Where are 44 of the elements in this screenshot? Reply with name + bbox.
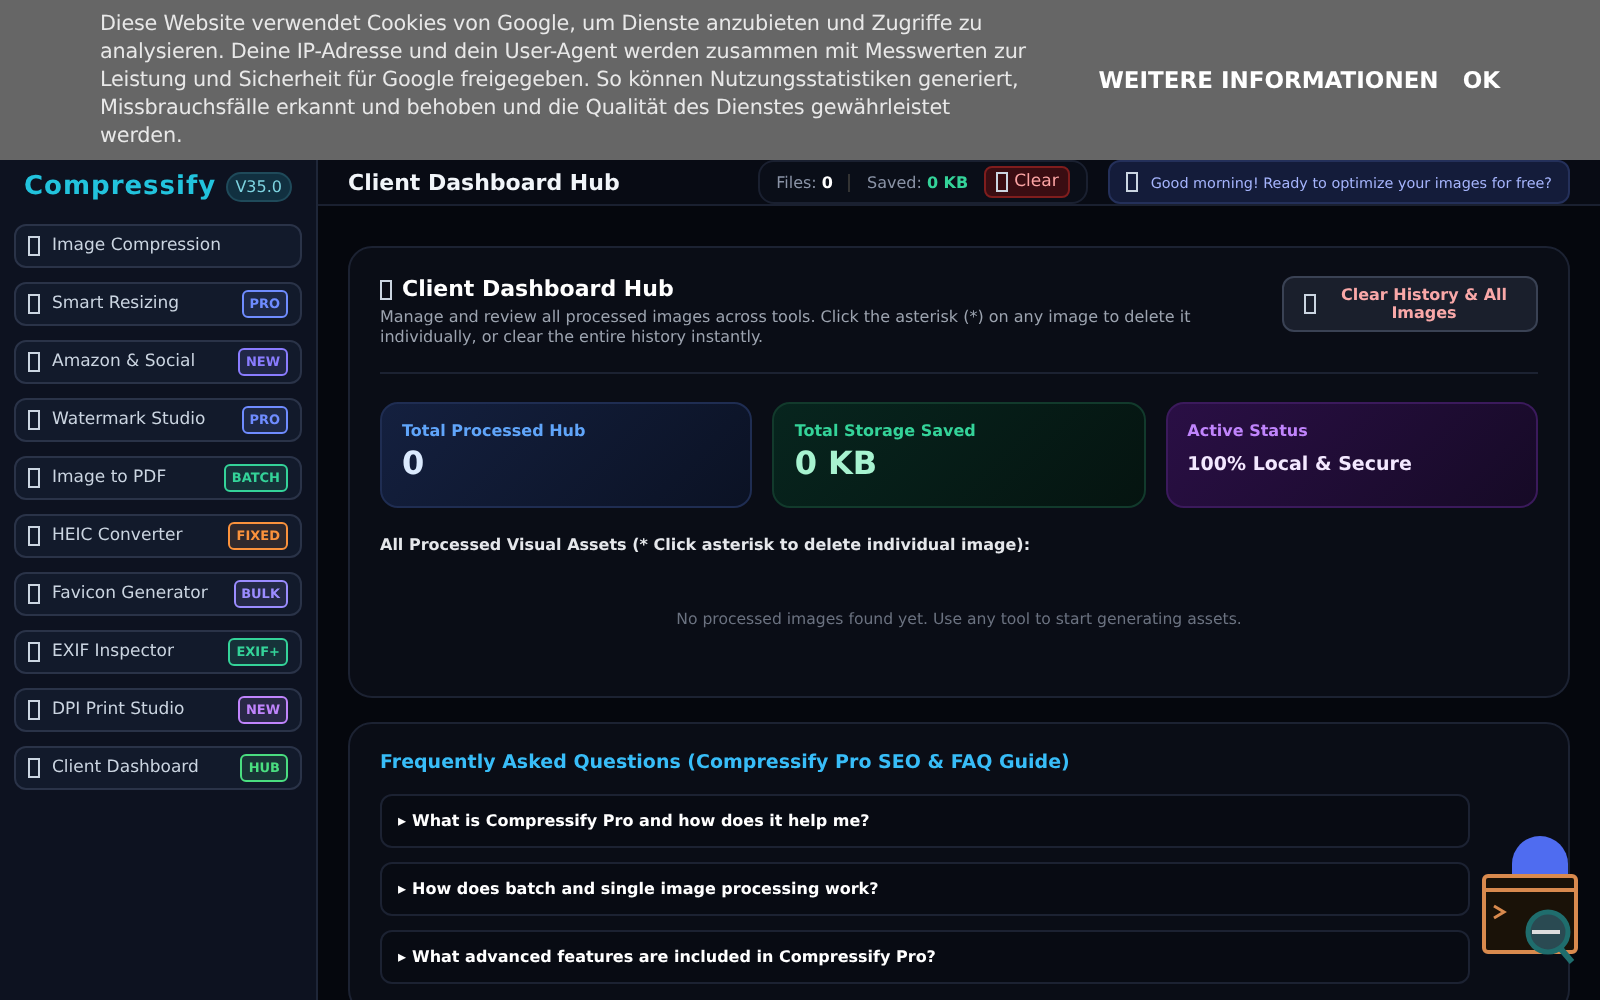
clear-button[interactable]: Clear xyxy=(984,166,1071,198)
faq-item[interactable]: ▸ What is Compressify Pro and how does it help me? xyxy=(380,794,1470,848)
ok-button[interactable]: OK xyxy=(1462,66,1500,94)
stat-label: Total Storage Saved xyxy=(794,422,978,440)
stat-label: Active Status xyxy=(1187,422,1310,440)
box-icon xyxy=(28,584,40,604)
faq-question: How does batch and single image processing work? xyxy=(412,880,879,898)
faq-question: What advanced features are included in Compressify Pro? xyxy=(412,948,936,966)
stat-label: Total Processed Hub xyxy=(402,422,588,440)
dashboard-title: Client Dashboard Hub xyxy=(402,276,674,302)
box-icon xyxy=(996,172,1009,192)
expand-marker: ▸ xyxy=(398,880,407,898)
app-logo: Compressify xyxy=(24,172,217,202)
box-icon xyxy=(28,526,40,546)
box-icon xyxy=(28,758,40,778)
box-icon xyxy=(28,294,40,314)
version-badge: V35.0 xyxy=(225,172,292,202)
faq-question: What is Compressify Pro and how does it help me? xyxy=(412,812,870,830)
faq-item[interactable]: ▸ How does batch and single image processing work? xyxy=(380,862,1470,916)
faq-title: Frequently Asked Questions (Compressify Pro SEO & FAQ Guide) xyxy=(380,752,1072,774)
box-icon xyxy=(28,468,40,488)
box-icon xyxy=(1126,172,1139,192)
files-count: Files: 0 xyxy=(776,173,833,191)
box-icon xyxy=(28,642,40,662)
saved-amount: Saved: 0 KB xyxy=(866,173,969,191)
box-icon xyxy=(28,236,40,256)
sidebar-item[interactable]: Image Compression xyxy=(14,224,302,268)
expand-marker: ▸ xyxy=(398,948,407,966)
expand-marker: ▸ xyxy=(398,812,407,830)
box-icon xyxy=(28,352,40,372)
clear-history-button[interactable]: Clear History & All Images xyxy=(1282,276,1538,332)
box-icon xyxy=(28,410,40,430)
assets-heading: All Processed Visual Assets (* Click asterisk to delete individual image): xyxy=(380,536,1033,554)
stat-value: 0 xyxy=(402,444,427,482)
stat-value: 0 KB xyxy=(794,444,880,482)
box-icon xyxy=(28,700,40,720)
box-icon xyxy=(1304,294,1316,314)
stat-value: 100% Local & Secure xyxy=(1187,454,1414,476)
page-title: Client Dashboard Hub xyxy=(348,169,620,195)
more-info-button[interactable]: WEITERE INFORMATIONEN xyxy=(1098,66,1439,94)
faq-item[interactable]: ▸ What advanced features are included in Compressify Pro? xyxy=(380,930,1470,984)
box-icon xyxy=(380,279,392,299)
dashboard-description: Manage and review all processed images across tools. Click the asterisk (*) on any image to delete it individually, or clear the entire history instantly. xyxy=(380,308,1193,348)
cookie-notice-text: Diese Website verwendet Cookies von Google, um Dienste anzubieten und Zugriffe zu analysieren. Deine IP-Adresse und dein User-Agent werden zusammen mit Messwerten zur Leistung und Sicherheit für Google freigegeben. So können Nutzungsstatistiken generiert, Missbrauchsfälle erkannt und behoben und die Qualität des Dienstes gewährleistet werden. xyxy=(100,10,1027,150)
